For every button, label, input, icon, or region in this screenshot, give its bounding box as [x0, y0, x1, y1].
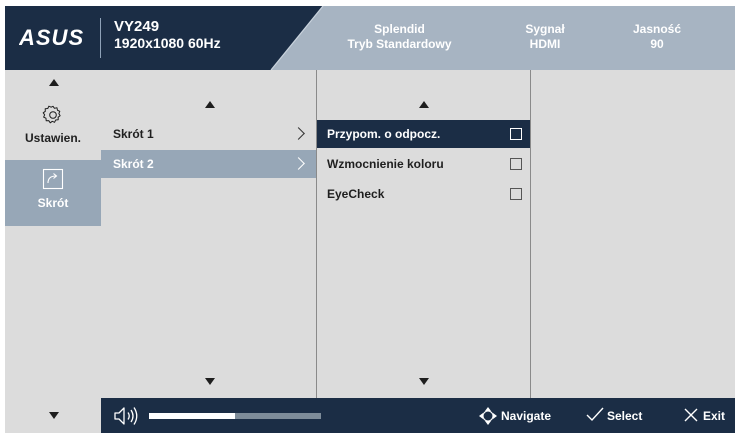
gear-icon [42, 105, 61, 124]
nav-label-shortcut: Skrót [37, 196, 69, 210]
shortcut-icon [42, 168, 64, 190]
splendid-status: Splendid Tryb Standardowy [327, 22, 472, 52]
signal-label: Sygnał [525, 22, 565, 36]
asus-logo: ASUS [19, 26, 84, 48]
option-rest-reminder[interactable]: Przypom. o odpocz. [317, 120, 530, 148]
volume-slider-fill [149, 413, 235, 419]
submenu-column: Skrót 1 Skrót 2 [101, 70, 316, 398]
options-scroll-down-icon[interactable] [419, 378, 429, 385]
navigate-label: Navigate [501, 409, 552, 423]
splendid-label: Splendid [374, 22, 425, 36]
option-checkbox[interactable] [510, 158, 522, 170]
brightness-label: Jasność [632, 22, 682, 36]
submenu-label: Skrót 2 [113, 157, 154, 171]
navigate-icon [479, 407, 497, 425]
chevron-right-icon [292, 127, 305, 140]
options-scroll-up-icon[interactable] [419, 101, 429, 108]
option-color-boost[interactable]: Wzmocnienie koloru [317, 150, 530, 178]
checkmark-icon [586, 407, 604, 422]
nav-label-settings: Ustawien. [24, 131, 81, 145]
footer-bar: Navigate Select Exit [101, 398, 735, 433]
option-checkbox[interactable] [510, 128, 522, 140]
header-bar: ASUS VY249 1920x1080 60Hz Splendid Tryb … [5, 6, 735, 70]
nav-scroll-down-icon[interactable] [49, 412, 59, 419]
chevron-right-icon [292, 157, 305, 170]
signal-status: Sygnał HDMI [505, 22, 585, 52]
submenu-label: Skrót 1 [113, 127, 154, 141]
nav-scroll-up-icon[interactable] [49, 79, 59, 86]
resolution-text: 1920x1080 60Hz [114, 35, 221, 51]
option-eyecheck[interactable]: EyeCheck [317, 180, 530, 208]
detail-panel [531, 70, 735, 398]
option-label: EyeCheck [327, 187, 385, 201]
options-column: Przypom. o odpocz. Wzmocnienie koloru Ey… [317, 70, 530, 398]
option-label: Wzmocnienie koloru [327, 157, 444, 171]
brightness-value: 90 [650, 37, 664, 51]
select-label: Select [607, 409, 643, 423]
submenu-item-shortcut-1[interactable]: Skrót 1 [101, 120, 316, 148]
brightness-status: Jasność 90 [617, 22, 697, 52]
main-menu-nav: Ustawien. Skrót [5, 70, 101, 398]
header-divider [100, 18, 101, 58]
signal-value: HDMI [529, 37, 561, 51]
nav-item-shortcut[interactable]: Skrót [5, 160, 101, 226]
splendid-value: Tryb Standardowy [347, 37, 452, 51]
header-divider-slash [270, 6, 324, 70]
asus-logo-text: ASUS [19, 26, 84, 48]
submenu-item-shortcut-2[interactable]: Skrót 2 [101, 150, 316, 178]
volume-slider[interactable] [149, 413, 321, 419]
nav-item-settings[interactable]: Ustawien. [5, 98, 101, 158]
osd-window: ASUS VY249 1920x1080 60Hz Splendid Tryb … [5, 6, 735, 433]
option-label: Przypom. o odpocz. [327, 127, 441, 141]
option-checkbox[interactable] [510, 188, 522, 200]
model-name: VY249 [114, 18, 160, 35]
volume-icon [114, 407, 138, 425]
exit-label: Exit [703, 409, 726, 423]
submenu-scroll-up-icon[interactable] [205, 101, 215, 108]
close-icon [684, 408, 698, 422]
submenu-scroll-down-icon[interactable] [205, 378, 215, 385]
